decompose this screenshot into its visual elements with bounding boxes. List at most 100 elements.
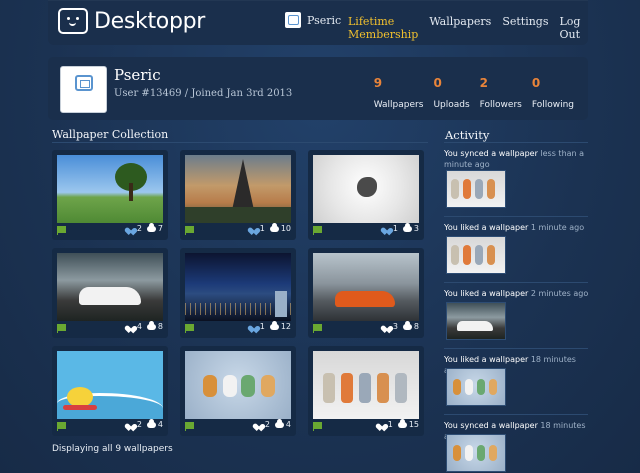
like-count: 2 (136, 420, 142, 429)
like-count: 3 (392, 322, 398, 331)
sync-count: 8 (413, 322, 419, 331)
cloud-icon[interactable] (269, 320, 279, 330)
wallpaper-thumbnail[interactable] (313, 253, 419, 321)
stat-label: Following (531, 100, 574, 110)
profile-meta: User #13469 / Joined Jan 3rd 2013 (114, 88, 293, 99)
nav-links: Lifetime Membership Wallpapers Settings … (348, 15, 591, 41)
desktoppr-logo[interactable]: Desktoppr (58, 8, 205, 34)
cloud-icon[interactable] (274, 418, 284, 428)
divider (444, 142, 588, 143)
stat-value: 0 (433, 76, 442, 90)
activity-time: 1 minute ago (530, 223, 585, 232)
stat-followers[interactable]: 2 Followers (480, 76, 522, 111)
flag-icon[interactable] (57, 324, 66, 333)
card-counts: 2 4 (127, 418, 163, 429)
heart-icon[interactable] (255, 421, 263, 428)
activity-thumbnail[interactable] (446, 368, 506, 406)
flag-icon[interactable] (313, 324, 322, 333)
cloud-icon[interactable] (146, 320, 156, 330)
nav-user-link[interactable]: Pseric (285, 12, 341, 28)
stat-following[interactable]: 0 Following (532, 76, 574, 111)
activity-entry: You synced a wallpaper less than a minut… (444, 148, 590, 170)
heart-icon[interactable] (127, 225, 135, 232)
stat-value: 0 (531, 76, 541, 90)
heart-icon[interactable] (127, 323, 135, 330)
wallpaper-thumbnail[interactable] (57, 351, 163, 419)
activity-thumbnail[interactable] (446, 302, 506, 340)
heart-icon[interactable] (250, 323, 258, 330)
card-counts: 1 10 (250, 222, 291, 233)
activity-text[interactable]: You synced a wallpaper (444, 421, 538, 430)
flag-icon[interactable] (185, 422, 194, 431)
sync-count: 15 (408, 420, 419, 429)
wallpaper-thumbnail[interactable] (313, 155, 419, 223)
monitor-face-icon (58, 8, 88, 34)
card-counts: 1 15 (378, 418, 419, 429)
activity-thumbnail[interactable] (446, 236, 506, 274)
nav-user-name: Pseric (307, 13, 342, 27)
divider (444, 216, 588, 217)
flag-icon[interactable] (185, 324, 194, 333)
wallpaper-thumbnail[interactable] (57, 155, 163, 223)
profile-avatar[interactable] (60, 66, 107, 113)
wallpaper-card: 2 4 (52, 346, 168, 436)
flag-icon[interactable] (57, 226, 66, 235)
cloud-icon[interactable] (402, 222, 412, 232)
wallpaper-thumbnail[interactable] (185, 351, 291, 419)
cloud-icon[interactable] (146, 418, 156, 428)
stat-label: Wallpapers (373, 100, 424, 110)
activity-entry: You liked a wallpaper 2 minutes ago (444, 288, 590, 299)
stat-uploads[interactable]: 0 Uploads (433, 76, 469, 111)
stat-wallpapers[interactable]: 9 Wallpapers (374, 76, 424, 111)
collection-heading: Wallpaper Collection (52, 128, 169, 141)
wallpaper-thumbnail[interactable] (185, 155, 291, 223)
wallpaper-thumbnail[interactable] (57, 253, 163, 321)
activity-entry: You liked a wallpaper 1 minute ago (444, 222, 590, 233)
nav-lifetime-membership[interactable]: Lifetime Membership (348, 15, 418, 41)
avatar-logo-icon (75, 75, 93, 91)
wallpaper-card: 1 3 (308, 150, 424, 240)
nav-wallpapers[interactable]: Wallpapers (429, 15, 491, 41)
heart-icon[interactable] (250, 225, 258, 232)
flag-icon[interactable] (313, 226, 322, 235)
card-counts: 2 7 (127, 222, 163, 233)
activity-thumbnail[interactable] (446, 434, 506, 472)
stat-value: 2 (479, 76, 489, 90)
heart-icon[interactable] (378, 421, 386, 428)
profile-stats: 9 Wallpapers 0 Uploads 2 Followers 0 Fol… (364, 76, 574, 111)
activity-text[interactable]: You liked a wallpaper (444, 355, 528, 364)
wallpaper-card: 3 8 (308, 248, 424, 338)
cloud-icon[interactable] (397, 418, 407, 428)
like-count: 1 (259, 322, 265, 331)
flag-icon[interactable] (57, 422, 66, 431)
divider (52, 142, 428, 143)
activity-thumbnail[interactable] (446, 170, 506, 208)
nav-log-out[interactable]: Log Out (560, 15, 581, 41)
activity-text[interactable]: You liked a wallpaper (444, 289, 528, 298)
wallpaper-card: 1 12 (180, 248, 296, 338)
cloud-icon[interactable] (146, 222, 156, 232)
flag-icon[interactable] (313, 422, 322, 431)
heart-icon[interactable] (383, 225, 391, 232)
heart-icon[interactable] (127, 421, 135, 428)
flag-icon[interactable] (185, 226, 194, 235)
sync-count: 8 (157, 322, 163, 331)
wallpaper-card: 1 10 (180, 150, 296, 240)
cloud-icon[interactable] (269, 222, 279, 232)
wallpaper-card: 2 7 (52, 150, 168, 240)
wallpaper-thumbnail[interactable] (185, 253, 291, 321)
card-counts: 1 12 (250, 320, 291, 331)
sync-count: 4 (285, 420, 291, 429)
wallpaper-thumbnail[interactable] (313, 351, 419, 419)
top-navbar: Desktoppr Pseric Lifetime Membership Wal… (48, 0, 588, 45)
user-avatar-icon (285, 12, 301, 28)
activity-text[interactable]: You liked a wallpaper (444, 223, 528, 232)
nav-settings[interactable]: Settings (502, 15, 548, 41)
cloud-icon[interactable] (402, 320, 412, 330)
wallpaper-card: 2 4 (180, 346, 296, 436)
heart-icon[interactable] (383, 323, 391, 330)
activity-text[interactable]: You synced a wallpaper (444, 149, 538, 158)
sync-count: 4 (157, 420, 163, 429)
like-count: 4 (136, 322, 142, 331)
card-counts: 2 4 (255, 418, 291, 429)
